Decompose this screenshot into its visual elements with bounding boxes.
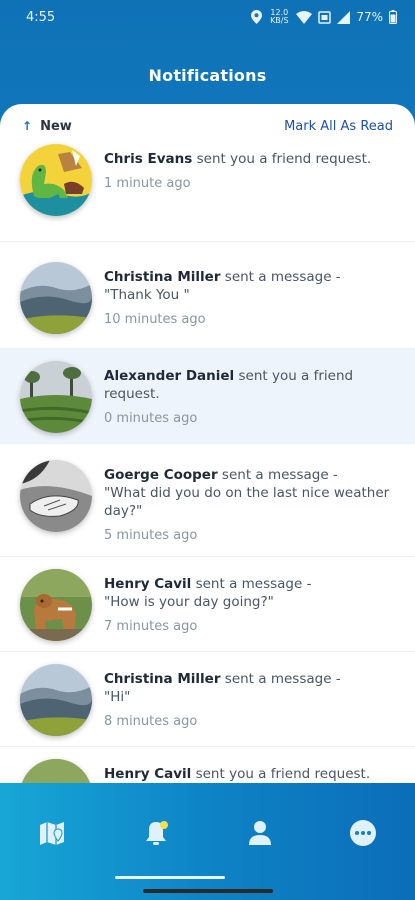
timestamp: 1 minute ago [104,176,191,191]
dinosaur-avatar-image [20,144,92,216]
message-preview: "How is your day going?" [104,594,274,610]
action-text: sent a message - [195,576,312,592]
notification-line: Henry Cavil sent you a friend request. [104,765,370,783]
notification-line: Alexander Daniel sent you a friend reque… [104,367,397,403]
page-title: Notifications [148,66,267,85]
notification-line: Chris Evans sent you a friend request. [104,150,371,168]
nav-notifications-button[interactable] [142,819,170,849]
sender-name: Chris Evans [104,151,193,167]
notification-line: Christina Miller sent a message - [104,268,341,286]
timestamp: 0 minutes ago [104,411,198,426]
action-text: sent you a friend request. [196,151,372,167]
sender-name: Christina Miller [104,269,221,285]
nav-more-button[interactable] [349,819,377,849]
notification-line: Henry Cavil sent a message - [104,575,311,593]
message-preview: "Hi" [104,689,131,705]
notification-text: Alexander Daniel sent you a friend reque… [104,361,397,426]
sender-name: Goerge Cooper [104,467,218,483]
notification-item[interactable]: Chris Evans sent you a friend request. 1… [0,134,415,242]
avatar[interactable] [20,262,92,334]
bottom-navigation [0,783,415,900]
nav-profile-button[interactable] [246,819,274,849]
avatar[interactable] [20,460,92,532]
message-preview: "Thank You " [104,287,190,303]
avatar[interactable] [20,569,92,641]
timestamp: 5 minutes ago [104,528,198,543]
location-icon [251,10,263,24]
alarm-icon [318,10,332,24]
user-icon [249,821,271,845]
signal-icon [337,10,351,24]
message-preview: "What did you do on the last nice weathe… [104,485,390,519]
mark-all-read-button[interactable]: Mark All As Read [284,119,393,134]
notification-item[interactable]: Alexander Daniel sent you a friend reque… [0,349,415,444]
avatar[interactable] [20,144,92,216]
notification-text: Goerge Cooper sent a message - "What did… [104,460,397,543]
new-label-text: New [40,118,72,134]
sender-name: Christina Miller [104,671,221,687]
notification-text: Chris Evans sent you a friend request. 1… [104,144,371,191]
hands-avatar-image [20,460,92,532]
sender-name: Henry Cavil [104,766,192,782]
notifications-sheet: ↑ New Mark All As Read Chris Evans sent … [0,104,415,784]
home-indicator[interactable] [143,889,273,893]
battery-percent: 77% [356,10,383,24]
notification-line: Christina Miller sent a message - [104,670,341,688]
notification-item[interactable]: Christina Miller sent a message - "Thank… [0,242,415,349]
status-icons: 12.0 KB/S 77% [251,9,397,25]
plantation-avatar-image [20,361,92,433]
notification-item[interactable]: Henry Cavil sent a message - "How is you… [0,557,415,652]
wifi-icon [296,10,313,24]
mountain-avatar-image [20,664,92,736]
new-section-label: ↑ New [22,119,72,134]
active-tab-indicator [115,876,225,879]
notification-item[interactable]: Henry Cavil sent you a friend request. [0,747,415,784]
nav-map-button[interactable] [38,819,66,849]
arrow-up-icon: ↑ [22,119,33,133]
bell-icon [146,821,168,845]
avatar[interactable] [20,759,92,784]
dog-avatar-image [20,569,92,641]
notification-item[interactable]: Goerge Cooper sent a message - "What did… [0,444,415,557]
notification-line: Goerge Cooper sent a message - [104,466,397,484]
more-icon [350,820,376,846]
timestamp: 8 minutes ago [104,714,198,729]
timestamp: 10 minutes ago [104,312,206,327]
timestamp: 7 minutes ago [104,619,198,634]
notification-item[interactable]: Christina Miller sent a message - "Hi" 8… [0,652,415,747]
battery-icon [389,10,397,24]
status-time: 4:55 [26,9,56,25]
sender-name: Henry Cavil [104,576,192,592]
avatar[interactable] [20,361,92,433]
action-text: sent a message - [221,467,338,483]
mountain-avatar-image [20,262,92,334]
notification-text: Christina Miller sent a message - "Thank… [104,262,341,327]
notification-text: Christina Miller sent a message - "Hi" 8… [104,664,341,729]
avatar[interactable] [20,664,92,736]
sender-name: Alexander Daniel [104,368,235,384]
map-icon [40,822,64,845]
action-text: sent a message - [224,671,341,687]
action-text: sent you a friend request. [195,766,371,782]
notification-list: Chris Evans sent you a friend request. 1… [0,134,415,784]
status-bar: 4:55 12.0 KB/S 77% [0,0,415,34]
notification-text: Henry Cavil sent a message - "How is you… [104,569,311,634]
notification-text: Henry Cavil sent you a friend request. [104,759,370,783]
data-rate: 12.0 KB/S [270,8,289,25]
dog-avatar-image [20,759,92,784]
action-text: sent a message - [224,269,341,285]
